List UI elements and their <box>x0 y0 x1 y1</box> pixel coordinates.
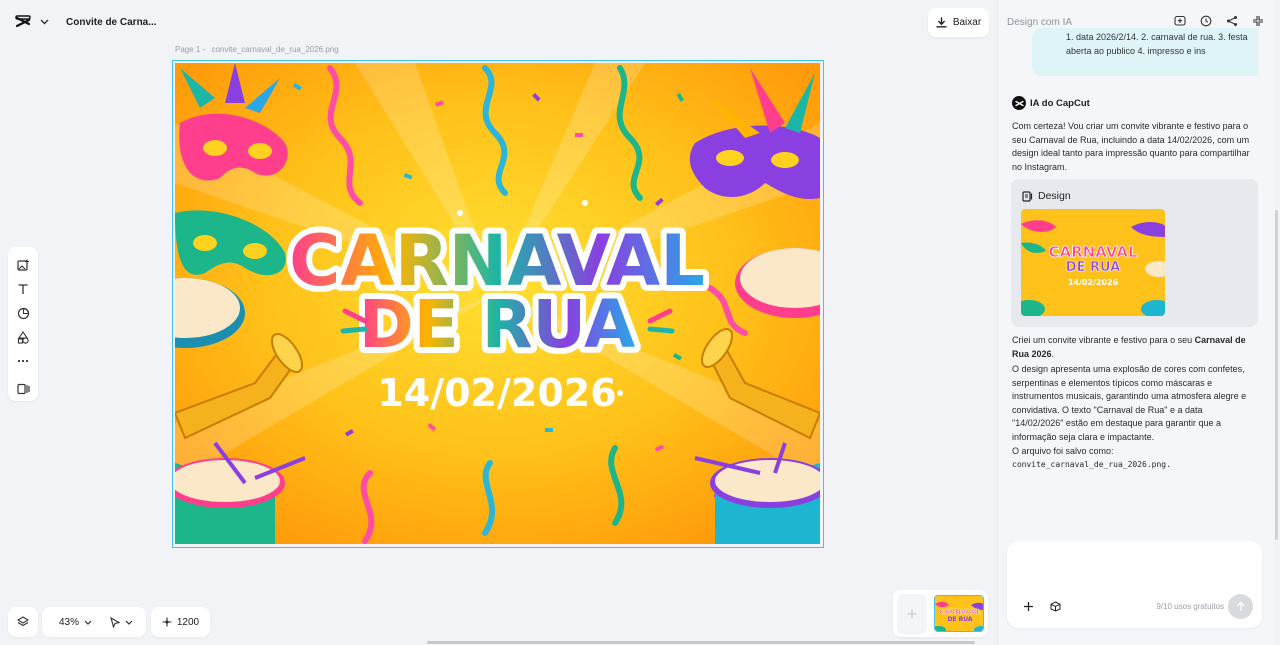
design-preview-image[interactable]: CARNAVAL DE RUA 14/02/2026 <box>1021 209 1165 316</box>
shape-tool-icon[interactable] <box>11 301 35 325</box>
carnival-artwork[interactable]: CARNAVAL CARNAVAL DE RUA DE RUA 14/02/20… <box>175 63 820 544</box>
elements-tool-icon[interactable] <box>11 325 35 349</box>
send-button[interactable] <box>1228 594 1253 619</box>
panel-actions <box>1173 14 1265 28</box>
capcut-logo-icon <box>14 13 32 31</box>
pointer-tool-icon[interactable] <box>110 616 121 628</box>
preview-title: CARNAVAL <box>1048 243 1138 261</box>
canvas-selection[interactable]: CARNAVAL CARNAVAL DE RUA DE RUA 14/02/20… <box>172 60 824 548</box>
add-page-button[interactable]: + <box>897 594 927 634</box>
plus-icon[interactable] <box>1021 599 1035 613</box>
result-suffix: . <box>1051 348 1055 359</box>
result-text: Criei um convite vibrante e festivo para… <box>1012 335 1195 345</box>
capcut-ai-avatar-icon <box>1012 96 1026 110</box>
design-result-card[interactable]: Design CARNAVAL DE RUA 14/02/2026 <box>1011 179 1258 327</box>
design-icon <box>1022 190 1033 202</box>
new-chat-icon[interactable] <box>1173 14 1187 28</box>
share-icon[interactable] <box>1225 14 1239 28</box>
chevron-down-icon[interactable] <box>38 16 50 28</box>
left-toolbar <box>8 247 38 401</box>
page-thumbnail[interactable]: CARNAVAL DE RUA <box>934 595 984 632</box>
download-label: Baixar <box>952 17 982 28</box>
assistant-name: IA do CapCut <box>1030 97 1090 109</box>
sparkle-icon <box>162 617 172 627</box>
add-image-icon[interactable] <box>11 253 35 277</box>
project-title[interactable]: Convite de Carna... <box>66 17 157 28</box>
saved-as-label: O arquivo foi salvo como: <box>1012 446 1114 456</box>
page-number: Page 1 - <box>175 45 206 54</box>
preview-date: 14/02/2026 <box>1068 278 1119 287</box>
thumb-subtitle: DE RUA <box>947 616 972 623</box>
design-card-label: Design <box>1038 190 1071 202</box>
text-tool-icon[interactable] <box>11 277 35 301</box>
zoom-controls: 43% <box>42 607 146 637</box>
cube-icon[interactable] <box>1048 599 1062 613</box>
chevron-down-icon[interactable] <box>125 620 133 625</box>
history-icon[interactable] <box>1199 14 1213 28</box>
zoom-value[interactable]: 43% <box>59 617 79 628</box>
design-card-header: Design <box>1022 190 1071 202</box>
page-file-name: convite_carnaval_de_rua_2026.png <box>211 45 339 54</box>
assistant-result: Criei um convite vibrante e festivo para… <box>1012 334 1252 361</box>
page-label: Page 1 - convite_carnaval_de_rua_2026.pn… <box>175 45 339 54</box>
panel-scrollbar[interactable] <box>1275 210 1278 540</box>
chevron-down-icon[interactable] <box>84 620 92 625</box>
layers-button[interactable] <box>8 607 38 637</box>
collapse-icon[interactable] <box>1251 14 1265 28</box>
panel-title: Design com IA <box>1007 17 1073 28</box>
assistant-header: IA do CapCut <box>1012 96 1090 110</box>
layers-icon <box>17 616 29 627</box>
canvas-size-button[interactable]: 1200 <box>151 607 210 637</box>
artwork-date: 14/02/2026 <box>377 371 616 415</box>
more-icon[interactable] <box>11 349 35 373</box>
project-menu[interactable]: Convite de Carna... <box>6 8 165 36</box>
preview-subtitle: DE RUA <box>1066 260 1120 275</box>
arrow-up-icon <box>1236 601 1245 611</box>
assistant-intro: Com certeza! Vou criar um convite vibran… <box>1012 121 1250 172</box>
thumb-title: CARNAVAL <box>939 608 981 616</box>
page-thumbnails: + CARNAVAL DE RUA <box>893 590 988 637</box>
pages-panel-icon[interactable] <box>11 377 35 401</box>
saved-file-name: convite_carnaval_de_rua_2026.png. <box>1012 460 1171 469</box>
usage-counter: 9/10 usos gratuitos <box>1156 602 1224 611</box>
assistant-description: O design apresenta uma explosão de cores… <box>1012 364 1247 442</box>
canvas-size-value: 1200 <box>176 616 200 628</box>
chat-composer[interactable]: 9/10 usos gratuitos <box>1007 541 1262 628</box>
user-message-line-2: aberta ao publico 4. impresso e ins <box>1066 46 1206 56</box>
user-message-line-1: 1. data 2026/2/14. 2. carnaval de rua. 3… <box>1066 32 1248 42</box>
horizontal-scrollbar[interactable] <box>427 641 975 644</box>
title-line2: DE RUA <box>359 286 635 363</box>
download-icon <box>936 17 947 28</box>
user-message: 1. data 2026/2/14. 2. carnaval de rua. 3… <box>1032 28 1258 76</box>
download-button[interactable]: Baixar <box>928 8 989 37</box>
